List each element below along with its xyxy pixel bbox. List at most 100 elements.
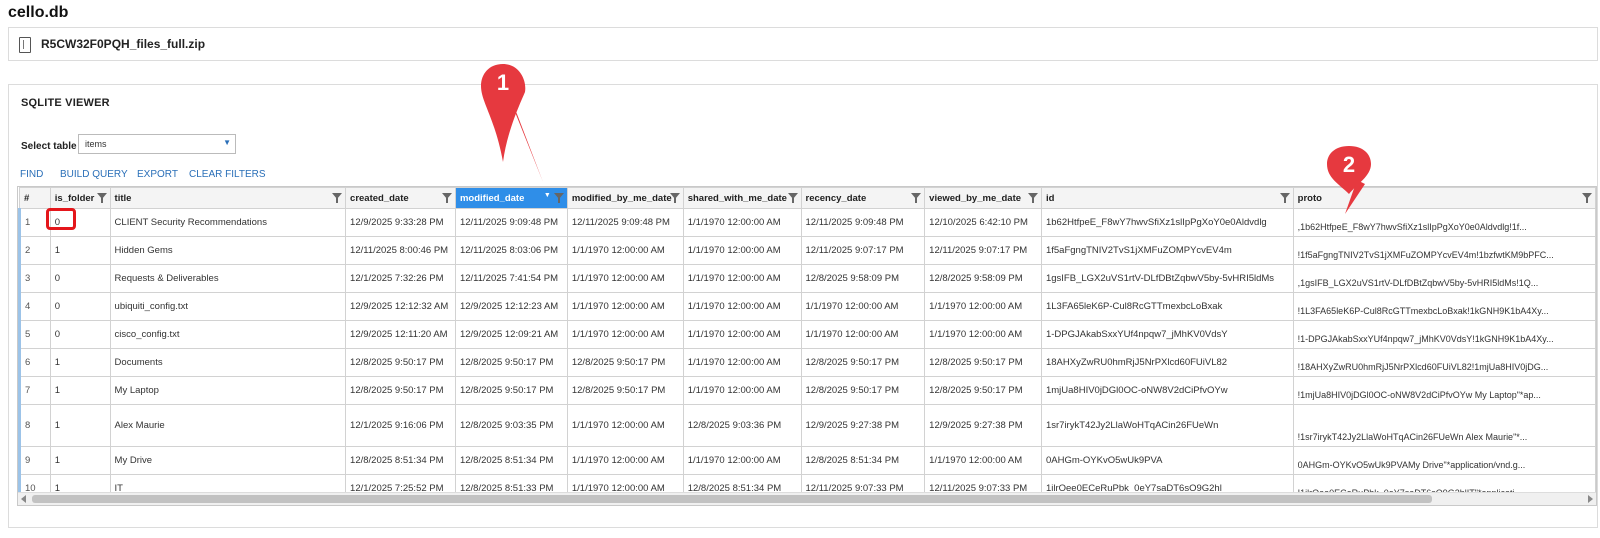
cell-id[interactable]: 1mjUa8HIV0jDGl0OC-oNW8V2dCiPfvOYw [1040, 376, 1294, 405]
cell-recency-date[interactable]: 12/8/2025 9:58:09 PM [800, 264, 926, 293]
cell-shared-with-me-date[interactable]: 1/1/1970 12:00:00 AM [682, 348, 802, 377]
cell-shared-with-me-date[interactable]: 1/1/1970 12:00:00 AM [682, 292, 802, 321]
cell-shared-with-me-date[interactable]: 1/1/1970 12:00:00 AM [682, 320, 802, 349]
cell-recency-date[interactable]: 12/8/2025 8:51:34 PM [800, 446, 926, 475]
row-number-cell[interactable]: 2 [18, 236, 51, 265]
scroll-right-icon[interactable] [1588, 495, 1593, 503]
cell-shared-with-me-date[interactable]: 1/1/1970 12:00:00 AM [682, 446, 802, 475]
cell-created-date[interactable]: 12/1/2025 7:32:26 PM [345, 264, 456, 293]
cell-title[interactable]: ubiquiti_config.txt [109, 292, 347, 321]
scrollbar-thumb[interactable] [32, 495, 1432, 503]
cell-proto[interactable]: !1f5aFgngTNIV2TvS1jXMFuZOMPYcvEV4m!1bzfw… [1292, 236, 1596, 265]
row-number-cell[interactable]: 5 [18, 320, 51, 349]
cell-recency-date[interactable]: 12/8/2025 9:50:17 PM [800, 376, 926, 405]
cell-modified-by-me-date[interactable]: 1/1/1970 12:00:00 AM [566, 446, 684, 475]
clear-filters-button[interactable]: CLEAR FILTERS [189, 169, 266, 180]
cell-viewed-by-me-date[interactable]: 12/8/2025 9:50:17 PM [924, 376, 1042, 405]
cell-modified-date[interactable]: 12/11/2025 9:09:48 PM [454, 208, 568, 237]
cell-title[interactable]: CLIENT Security Recommendations [109, 208, 347, 237]
cell-id[interactable]: 1-DPGJAkabSxxYUf4npqw7_jMhKV0VdsY [1040, 320, 1294, 349]
cell-shared-with-me-date[interactable]: 1/1/1970 12:00:00 AM [682, 236, 802, 265]
filter-icon[interactable] [441, 193, 452, 203]
cell-created-date[interactable]: 12/9/2025 12:11:20 AM [345, 320, 456, 349]
row-number-cell[interactable]: 7 [18, 376, 51, 405]
column-header-shared-with-me-date[interactable]: shared_with_me_date [682, 187, 802, 209]
filter-icon[interactable] [911, 193, 922, 203]
column-header-recency-date[interactable]: recency_date [800, 187, 926, 209]
scroll-left-icon[interactable] [21, 495, 26, 503]
cell-modified-date[interactable]: 12/8/2025 8:51:34 PM [454, 446, 568, 475]
cell-recency-date[interactable]: 1/1/1970 12:00:00 AM [800, 292, 926, 321]
cell-created-date[interactable]: 12/9/2025 12:12:32 AM [345, 292, 456, 321]
table-select[interactable]: items ▼ [78, 134, 236, 154]
row-number-cell[interactable]: 4 [18, 292, 51, 321]
table-row[interactable]: 3 0 Requests & Deliverables 12/1/2025 7:32:… [18, 264, 1596, 293]
cell-is-folder[interactable]: 1 [49, 376, 111, 405]
cell-modified-by-me-date[interactable]: 1/1/1970 12:00:00 AM [566, 236, 684, 265]
cell-modified-date[interactable]: 12/9/2025 12:09:21 AM [454, 320, 568, 349]
cell-recency-date[interactable]: 12/11/2025 9:07:17 PM [800, 236, 926, 265]
build-query-button[interactable]: BUILD QUERY [60, 169, 128, 180]
table-row[interactable]: 6 1 Documents 12/8/2025 9:50:17 PM 12/8/2025… [18, 348, 1596, 377]
cell-shared-with-me-date[interactable]: 1/1/1970 12:00:00 AM [682, 376, 802, 405]
row-number-cell[interactable]: 9 [18, 446, 51, 475]
cell-modified-by-me-date[interactable]: 1/1/1970 12:00:00 AM [566, 264, 684, 293]
cell-is-folder[interactable]: 0 [49, 264, 111, 293]
cell-id[interactable]: 18AHXyZwRU0hmRjJ5NrPXlcd60FUiVL82 [1040, 348, 1294, 377]
filter-icon[interactable] [332, 193, 343, 203]
cell-recency-date[interactable]: 12/9/2025 9:27:38 PM [800, 404, 926, 447]
cell-title[interactable]: cisco_config.txt [109, 320, 347, 349]
cell-proto[interactable]: !1-DPGJAkabSxxYUf4npqw7_jMhKV0VdsY!1kGNH… [1292, 320, 1596, 349]
cell-id[interactable]: 1L3FA65leK6P-Cul8RcGTTmexbcLoBxak [1040, 292, 1294, 321]
cell-is-folder[interactable]: 0 [49, 320, 111, 349]
cell-id[interactable]: 1f5aFgngTNIV2TvS1jXMFuZOMPYcvEV4m [1040, 236, 1294, 265]
cell-viewed-by-me-date[interactable]: 1/1/1970 12:00:00 AM [924, 320, 1042, 349]
filter-icon[interactable] [553, 193, 564, 203]
column-header-id[interactable]: id [1040, 187, 1294, 209]
file-name[interactable]: R5CW32F0PQH_files_full.zip [41, 37, 205, 51]
cell-id[interactable]: 0AHGm-OYKvO5wUk9PVA [1040, 446, 1294, 475]
export-button[interactable]: EXPORT [137, 169, 178, 180]
cell-proto[interactable]: !1mjUa8HIV0jDGl0OC-oNW8V2dCiPfvOYw My La… [1292, 376, 1596, 405]
filter-icon[interactable] [1279, 193, 1290, 203]
cell-modified-date[interactable]: 12/8/2025 9:50:17 PM [454, 376, 568, 405]
cell-title[interactable]: Documents [109, 348, 347, 377]
cell-modified-by-me-date[interactable]: 1/1/1970 12:00:00 AM [566, 320, 684, 349]
row-number-cell[interactable]: 6 [18, 348, 51, 377]
column-header-viewed-by-me-date[interactable]: viewed_by_me_date [924, 187, 1042, 209]
cell-modified-date[interactable]: 12/11/2025 7:41:54 PM [454, 264, 568, 293]
cell-viewed-by-me-date[interactable]: 12/10/2025 6:42:10 PM [924, 208, 1042, 237]
filter-icon[interactable] [669, 193, 680, 203]
cell-created-date[interactable]: 12/9/2025 9:33:28 PM [345, 208, 456, 237]
cell-viewed-by-me-date[interactable]: 12/8/2025 9:50:17 PM [924, 348, 1042, 377]
cell-shared-with-me-date[interactable]: 1/1/1970 12:00:00 AM [682, 264, 802, 293]
cell-created-date[interactable]: 12/1/2025 9:16:06 PM [345, 404, 456, 447]
cell-is-folder[interactable]: 1 [49, 446, 111, 475]
cell-recency-date[interactable]: 1/1/1970 12:00:00 AM [800, 320, 926, 349]
filter-icon[interactable] [96, 193, 107, 203]
column-header-title[interactable]: title [109, 187, 347, 209]
cell-viewed-by-me-date[interactable]: 12/11/2025 9:07:17 PM [924, 236, 1042, 265]
column-header-rownum[interactable]: # [19, 187, 51, 209]
cell-proto[interactable]: 0AHGm-OYKvO5wUk9PVAMy Drive"*application… [1292, 446, 1596, 475]
cell-recency-date[interactable]: 12/8/2025 9:50:17 PM [800, 348, 926, 377]
table-row[interactable]: 8 1 Alex Maurie 12/1/2025 9:16:06 PM 12/8/20… [18, 404, 1596, 447]
table-row[interactable]: 2 1 Hidden Gems 12/11/2025 8:00:46 PM 12/11/… [18, 236, 1596, 265]
cell-proto[interactable]: ,1gsIFB_LGX2uVS1rtV-DLfDBtZqbwV5by-5vHRI… [1292, 264, 1596, 293]
cell-shared-with-me-date[interactable]: 12/8/2025 9:03:36 PM [682, 404, 802, 447]
cell-viewed-by-me-date[interactable]: 1/1/1970 12:00:00 AM [924, 446, 1042, 475]
cell-modified-by-me-date[interactable]: 1/1/1970 12:00:00 AM [566, 292, 684, 321]
horizontal-scrollbar[interactable] [18, 492, 1596, 505]
cell-created-date[interactable]: 12/8/2025 9:50:17 PM [345, 348, 456, 377]
cell-modified-date[interactable]: 12/9/2025 12:12:23 AM [454, 292, 568, 321]
cell-proto[interactable]: !18AHXyZwRU0hmRjJ5NrPXlcd60FUiVL82!1mjUa… [1292, 348, 1596, 377]
cell-recency-date[interactable]: 12/11/2025 9:09:48 PM [800, 208, 926, 237]
cell-viewed-by-me-date[interactable]: 1/1/1970 12:00:00 AM [924, 292, 1042, 321]
table-row[interactable]: 5 0 cisco_config.txt 12/9/2025 12:11:20 AM 1… [18, 320, 1596, 349]
cell-id[interactable]: 1sr7irykT42Jy2LlaWoHTqACin26FUeWn [1040, 404, 1294, 447]
cell-id[interactable]: 1b62HtfpeE_F8wY7hwvSfiXz1slIpPgXoY0e0Ald… [1040, 208, 1294, 237]
cell-modified-date[interactable]: 12/11/2025 8:03:06 PM [454, 236, 568, 265]
column-header-is-folder[interactable]: is_folder [49, 187, 111, 209]
cell-is-folder[interactable]: 1 [49, 404, 111, 447]
cell-title[interactable]: My Laptop [109, 376, 347, 405]
